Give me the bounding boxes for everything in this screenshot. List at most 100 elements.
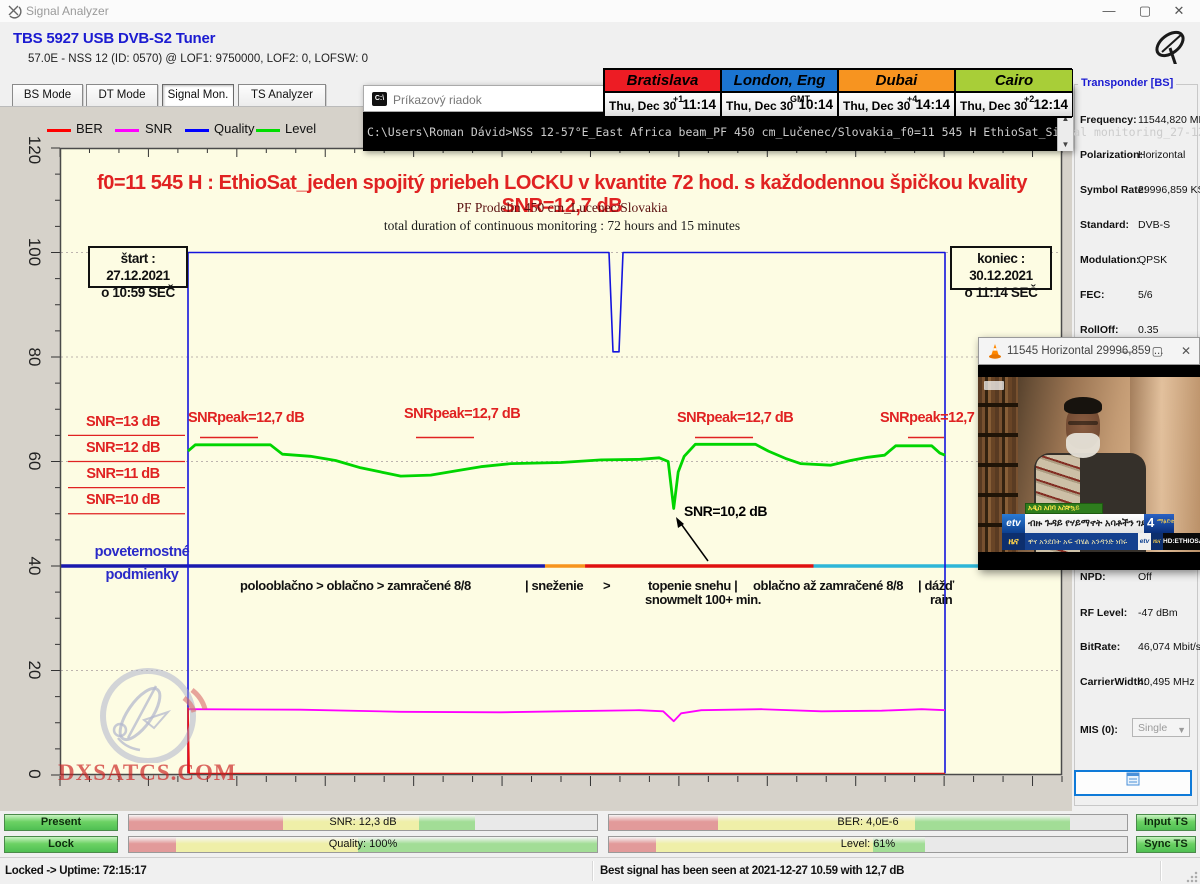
minimize-icon[interactable]: — <box>1121 344 1133 358</box>
chart-subtitle-antenna: PF Prodelin 450 cm_Lucenec/Slovakia <box>62 200 1062 216</box>
weather-conditions-label: poveternostné <box>82 544 202 560</box>
ber-meter: BER: 4,0E-6 <box>608 814 1128 831</box>
y-tick-label: 120 <box>24 132 44 168</box>
clock-time: 12:14 <box>1033 97 1068 112</box>
chart-subtitle-duration: total duration of continuous monitoring … <box>62 218 1062 234</box>
level-meter: Level: 61% <box>608 836 1128 853</box>
resize-grip[interactable] <box>1186 871 1198 883</box>
clock-city: Cairo <box>955 69 1073 92</box>
clock-date: Thu, Dec 30 <box>609 99 676 113</box>
clock-time: 11:14 <box>682 97 716 112</box>
etv-logo-small: etv <box>1138 533 1151 550</box>
mis-dropdown[interactable]: Single ▼ <box>1132 718 1190 737</box>
info-row: RF Level:-47 dBm <box>1080 607 1198 619</box>
quality-meter: Quality: 100% <box>128 836 598 853</box>
close-icon[interactable]: ✕ <box>1181 344 1191 358</box>
list-icon <box>1126 772 1140 786</box>
dt-mode-button[interactable]: DT Mode <box>86 84 158 107</box>
y-tick-label: 20 <box>24 652 44 688</box>
info-row: NPD:Off <box>1080 571 1198 583</box>
window-titlebar: Signal Analyzer — ▢ ✕ <box>0 0 1200 22</box>
legend-label-ber: BER <box>76 121 103 136</box>
present-indicator-button[interactable]: Present <box>4 814 118 831</box>
y-tick-label: 0 <box>24 756 44 792</box>
clock-city: London, Eng <box>721 69 838 92</box>
minimize-icon[interactable]: — <box>1094 2 1124 20</box>
snr-guide-label: SNR=12 dB <box>62 440 184 456</box>
clock-date: Thu, Dec 30 <box>726 99 793 113</box>
clock-cairo: Cairo Thu, Dec 30 +2 12:14 <box>955 69 1073 117</box>
level-meter-text: Level: 61% <box>609 838 1127 850</box>
close-icon[interactable]: ✕ <box>1164 2 1194 20</box>
news-tag: ዜና <box>1002 533 1025 550</box>
tuner-details: 57.0E - NSS 12 (ID: 0570) @ LOF1: 975000… <box>28 53 368 65</box>
weather-note: snowmelt 100+ min. <box>645 592 761 607</box>
end-marker-box: koniec : 30.12.2021 o 11:14 SEČ <box>950 246 1052 290</box>
dxsatcs-logo-icon <box>58 668 253 763</box>
dxsatcs-watermark: DXSATCS.COM <box>58 668 253 793</box>
video-frame[interactable]: አዲስ አበባ አስቸኳይ etv ብዙ ጉዳይ የሃይማኖት አባቶችን ገድ… <box>978 365 1200 570</box>
info-row: Symbol Rate:29996,859 KS/s <box>1080 184 1198 196</box>
weather-note: > <box>603 578 610 593</box>
info-row: Polarization:Horizontal <box>1080 149 1198 161</box>
clock-city: Dubai <box>838 69 955 92</box>
vlc-video-window: 11545 Horizontal 29996,859 ... — ▢ ✕ አዲስ… <box>978 337 1200 570</box>
scroll-down-icon[interactable]: ▼ <box>1058 138 1073 151</box>
status-bar: Locked -> Uptime: 72:15:17 Best signal h… <box>0 857 1200 884</box>
dxsatcs-watermark-text: DXSATCS.COM <box>58 760 237 786</box>
badge-text: ማፅደቂ <box>1157 518 1174 526</box>
snr-peak-label: SNRpeak=12,7 dB <box>677 410 793 426</box>
legend-label-snr: SNR <box>145 121 172 136</box>
ts-analyzer-button[interactable]: TS Analyzer (OK) <box>238 84 326 107</box>
input-ts-button[interactable]: Input TS <box>1136 814 1196 831</box>
weather-conditions-label: podmienky <box>82 567 202 583</box>
clock-time: 10:14 <box>798 97 833 112</box>
ber-meter-text: BER: 4,0E-6 <box>609 816 1127 828</box>
lock-uptime-status: Locked -> Uptime: 72:15:17 <box>5 865 146 877</box>
clock-dubai: Dubai Thu, Dec 30 +4 14:14 <box>838 69 955 117</box>
clock-date: Thu, Dec 30 <box>960 99 1027 113</box>
maximize-icon[interactable]: ▢ <box>1152 344 1163 358</box>
clock-time: 14:14 <box>915 97 950 112</box>
video-titlebar[interactable]: 11545 Horizontal 29996,859 ... — ▢ ✕ <box>978 337 1200 365</box>
snr-meter: SNR: 12,3 dB <box>128 814 598 831</box>
legend-swatch-ber <box>47 129 71 132</box>
info-row: RollOff:0.35 <box>1080 324 1198 336</box>
chevron-down-icon: ▼ <box>1177 721 1186 739</box>
clock-date: Thu, Dec 30 <box>843 99 910 113</box>
news-ticker: ዋና አንደበት አፍ ብሄል አንዳንድ ነበሩ <box>1025 533 1138 550</box>
headline-band: ብዙ ጉዳይ የሃይማኖት አባቶችን ገድሏል <box>1025 514 1144 533</box>
satellite-dish-icon <box>7 4 22 19</box>
sync-ts-button[interactable]: Sync TS <box>1136 836 1196 853</box>
weather-note: | sneženie <box>525 578 583 593</box>
lock-indicator-button[interactable]: Lock <box>4 836 118 853</box>
weather-note: rain <box>930 592 952 607</box>
program-badge: 4 ማፅደቂ <box>1144 514 1174 533</box>
y-tick-label: 100 <box>24 234 44 270</box>
info-row: CarrierWidth:40,495 MHz <box>1080 676 1198 688</box>
snr-guide-label: SNR=13 dB <box>62 414 184 430</box>
info-row: Modulation:QPSK <box>1080 254 1198 266</box>
info-row: BitRate:46,074 Mbit/s <box>1080 641 1198 653</box>
snr-guide-label: SNR=10 dB <box>62 492 184 508</box>
weather-note: topenie snehu | <box>648 578 737 593</box>
start-marker-box: štart : 27.12.2021 o 10:59 SEČ <box>88 246 188 288</box>
weather-note: | dážď <box>918 578 954 593</box>
clock-bratislava: Bratislava Thu, Dec 30 +1 11:14 <box>604 69 721 117</box>
etv-logo: etv <box>1002 514 1025 533</box>
best-signal-status: Best signal has been seen at 2021-12-27 … <box>600 865 904 877</box>
signal-analyzer-window: Signal Analyzer — ▢ ✕ TBS 5927 USB DVB-S… <box>0 0 1200 884</box>
info-row: Standard:DVB-S <box>1080 219 1198 231</box>
snr-meter-text: SNR: 12,3 dB <box>129 816 597 828</box>
legend-label-quality: Quality <box>214 121 254 136</box>
command-prompt-title: Príkazový riadok <box>393 93 482 107</box>
maximize-icon[interactable]: ▢ <box>1130 2 1160 20</box>
station-watermark <box>984 381 1004 390</box>
signal-mon-button[interactable]: Signal Mon. <box>162 84 234 107</box>
bs-mode-button[interactable]: BS Mode <box>12 84 83 107</box>
tuner-name: TBS 5927 USB DVB-S2 Tuner <box>13 30 215 47</box>
snr-dip-label: SNR=10,2 dB <box>684 503 767 519</box>
news-tag-small: ዜና <box>1151 533 1163 550</box>
ts-list-button[interactable] <box>1074 770 1192 796</box>
command-line-text: C:\Users\Roman Dávid>NSS 12-57°E_East Af… <box>367 125 1200 139</box>
